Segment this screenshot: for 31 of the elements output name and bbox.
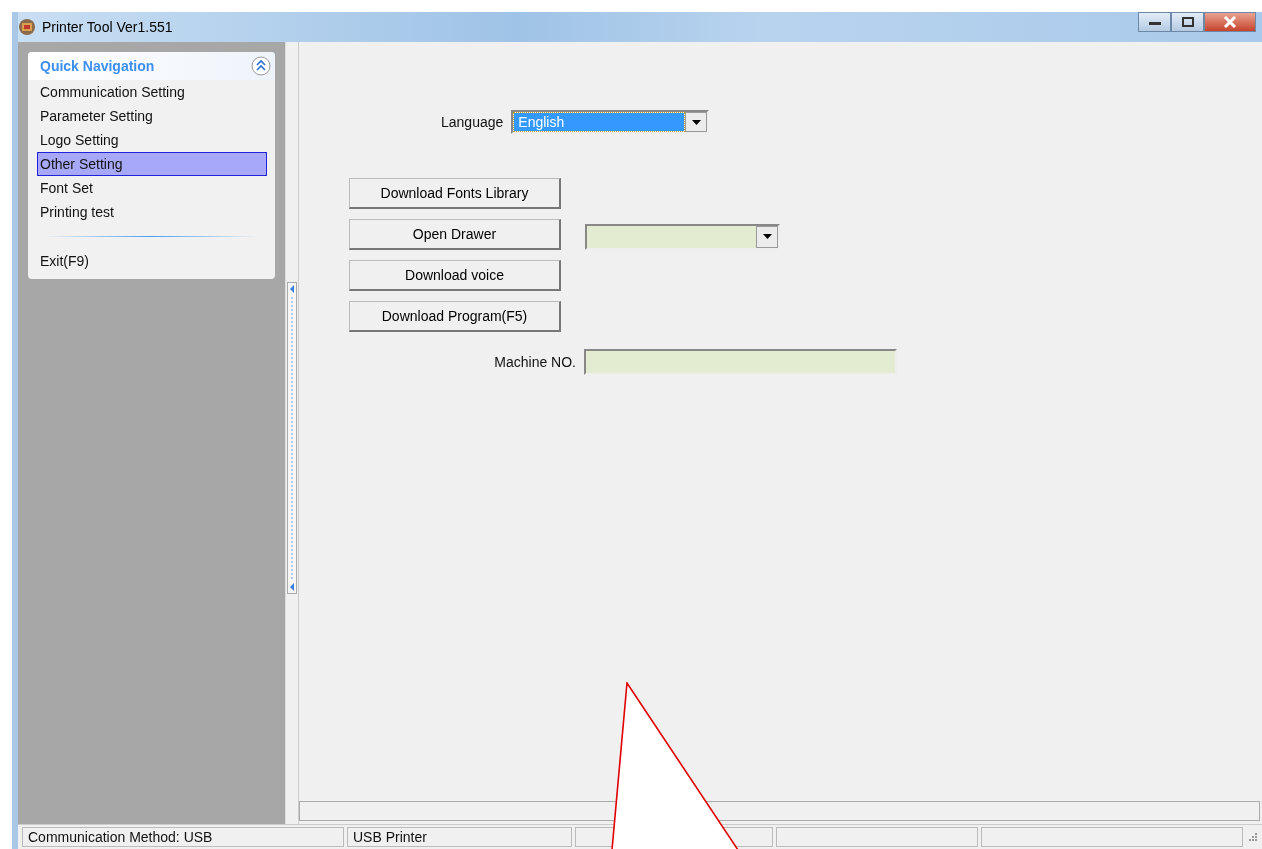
dropdown-arrow-icon [762, 234, 772, 239]
action-button[interactable]: Open Drawer [349, 218, 561, 250]
language-label: Language [441, 114, 504, 130]
dropdown-arrow-icon [691, 119, 701, 125]
action-button[interactable]: Download Program(F5) [349, 300, 561, 332]
nav-item[interactable]: Font Set [37, 176, 267, 200]
machine-number-label: Machine NO. [493, 354, 576, 370]
nav-item[interactable]: Parameter Setting [37, 104, 267, 128]
maximize-button[interactable] [1171, 12, 1204, 32]
window-title: Printer Tool Ver1.551 [42, 19, 173, 35]
action-button[interactable]: Download Fonts Library [349, 177, 561, 209]
drawer-dropdown[interactable] [585, 223, 780, 250]
nav-item[interactable]: Printing test [37, 200, 267, 224]
collapse-icon[interactable] [251, 56, 271, 76]
horizontal-scrollbar[interactable] [299, 801, 1260, 821]
exit-item[interactable]: Exit(F9) [37, 249, 267, 273]
splitter-handle[interactable] [285, 42, 298, 824]
close-button[interactable] [1204, 12, 1256, 32]
machine-number-field[interactable] [584, 349, 897, 375]
resize-grip-icon[interactable] [1246, 832, 1258, 842]
nav-item[interactable]: Communication Setting [37, 80, 267, 104]
status-cell: Communication Method: USB [22, 827, 344, 847]
minimize-button[interactable] [1138, 12, 1171, 32]
printer-icon [18, 18, 36, 36]
status-cell: USB Printer [347, 827, 572, 847]
nav-item[interactable]: Other Setting [37, 152, 267, 176]
nav-item[interactable]: Logo Setting [37, 128, 267, 152]
panel-title: Quick Navigation [40, 58, 155, 74]
action-button[interactable]: Download voice [349, 259, 561, 291]
maximize-icon [1180, 17, 1195, 27]
close-icon [1223, 16, 1237, 28]
